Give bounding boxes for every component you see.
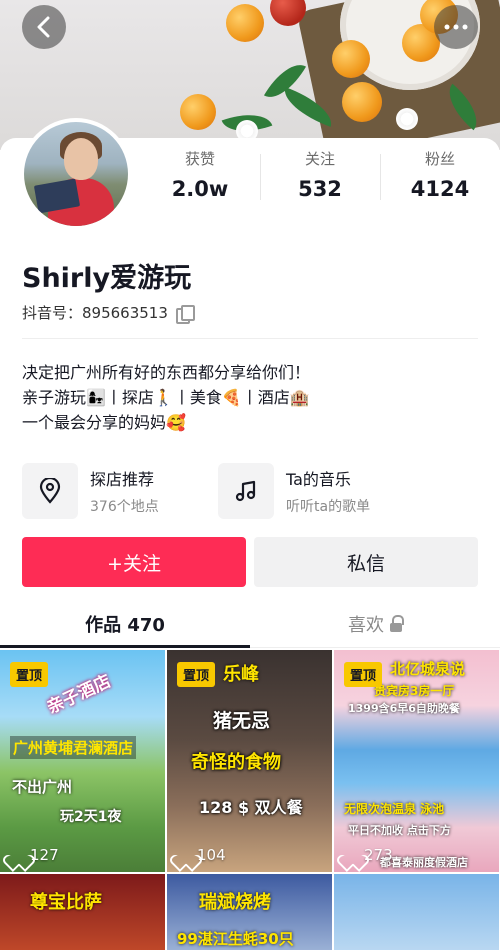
back-button[interactable]	[22, 5, 66, 49]
video-caption: 1399含6早6自助晚餐	[348, 702, 460, 715]
banner-flower	[396, 108, 418, 130]
stat-followers[interactable]: 粉丝 4124	[380, 148, 500, 208]
stat-value: 2.0w	[171, 177, 229, 201]
profile-stats: 获赞 2.0w 关注 532 粉丝 4124	[140, 148, 500, 208]
more-options-button[interactable]	[434, 5, 478, 49]
stat-value: 4124	[410, 177, 470, 201]
video-caption: 亲子酒店	[44, 671, 115, 719]
video-caption: 广州黄埔君澜酒店	[10, 736, 137, 759]
banner-apricot	[342, 82, 382, 122]
video-tile[interactable]: 北亿城泉说 贵宾房3房一厅 1399含6早6自助晚餐 无限次泡温泉 泳池 平日不…	[334, 650, 499, 872]
video-caption: 平日不加收 点击下方	[348, 824, 451, 837]
video-caption: 128 $ 双人餐	[199, 798, 303, 817]
video-tile[interactable]: 乐峰 猪无忌 奇怪的食物 128 $ 双人餐 置顶 104	[167, 650, 332, 872]
video-tile[interactable]	[334, 874, 499, 950]
pinned-badge: 置顶	[344, 662, 383, 687]
banner-apricot	[332, 40, 370, 78]
stat-label: 粉丝	[424, 150, 455, 168]
feature-subtitle: 376个地点	[90, 499, 159, 515]
banner-apricot	[226, 4, 264, 42]
profile-name: Shirly爱游玩	[22, 263, 192, 294]
more-dots-icon	[444, 24, 468, 30]
video-caption: 猪无忌	[213, 710, 271, 732]
tab-works-label: 作品 470	[85, 614, 165, 636]
video-caption: 不出广州	[12, 778, 73, 796]
video-caption: 贵宾房3房一厅	[374, 684, 455, 698]
video-grid: 亲子酒店 广州黄埔君澜酒店 不出广州 玩2天1夜 置顶 127 乐峰 猪无忌 奇…	[0, 650, 500, 950]
ta-music[interactable]: Ta的音乐 听听ta的歌单	[218, 462, 370, 520]
message-button[interactable]: 私信	[254, 537, 478, 587]
music-note-icon	[218, 463, 274, 519]
video-tile[interactable]: 尊宝比萨	[0, 874, 165, 950]
avatar-photo	[24, 122, 128, 226]
chevron-left-icon	[37, 16, 50, 38]
video-likes: 104	[177, 846, 226, 864]
lock-icon	[390, 614, 404, 632]
video-caption: 尊宝比萨	[30, 892, 102, 913]
bio-line: 一个最会分享的妈妈🥰	[22, 413, 186, 432]
feature-title: 探店推荐	[90, 470, 155, 489]
avatar[interactable]	[20, 118, 132, 230]
divider	[22, 338, 478, 339]
douyin-id-text: 抖音号：895663513	[22, 304, 168, 322]
video-caption: 都喜泰丽度假酒店	[380, 856, 468, 869]
pinned-badge: 置顶	[177, 662, 216, 687]
bio-line: 决定把广州所有好的东西都分享给你们！	[22, 363, 311, 382]
location-pin-icon	[22, 463, 78, 519]
video-tile[interactable]: 瑞斌烧烤 99湛江生蚝30只	[167, 874, 332, 950]
stat-label: 获赞	[184, 150, 215, 168]
store-visit-recommendations[interactable]: 探店推荐 376个地点	[22, 462, 159, 520]
follow-button[interactable]: +关注	[22, 537, 246, 587]
bio-line: 亲子游玩👩‍👧丨探店🚶丨美食🍕丨酒店🏨	[22, 388, 310, 407]
tab-likes-label: 喜欢	[348, 614, 384, 636]
douyin-id: 抖音号：895663513	[22, 302, 195, 324]
video-tile[interactable]: 亲子酒店 广州黄埔君澜酒店 不出广州 玩2天1夜 置顶 127	[0, 650, 165, 872]
tab-likes[interactable]: 喜欢	[250, 600, 500, 647]
banner-apricot	[180, 94, 216, 130]
pinned-badge: 置顶	[10, 662, 49, 687]
feature-title: Ta的音乐	[286, 470, 351, 489]
video-likes: 127	[10, 846, 59, 864]
video-caption: 乐峰	[223, 664, 259, 685]
video-caption: 北亿城泉说	[390, 660, 466, 678]
video-likes: 273	[344, 846, 393, 864]
stat-label: 关注	[304, 150, 335, 168]
content-tabs: 作品 470 喜欢	[0, 600, 500, 648]
tab-works[interactable]: 作品 470	[0, 600, 250, 648]
video-caption: 99湛江生蚝30只	[177, 930, 294, 948]
video-caption: 玩2天1夜	[60, 809, 122, 825]
video-caption: 无限次泡温泉 泳池	[344, 802, 445, 816]
video-caption: 瑞斌烧烤	[199, 892, 271, 913]
feature-subtitle: 听听ta的歌单	[286, 499, 371, 515]
heart-icon	[177, 848, 193, 862]
heart-icon	[344, 848, 360, 862]
video-caption: 奇怪的食物	[191, 752, 281, 773]
copy-icon[interactable]	[175, 304, 195, 324]
profile-bio: 决定把广州所有好的东西都分享给你们！ 亲子游玩👩‍👧丨探店🚶丨美食🍕丨酒店🏨 一…	[22, 360, 310, 435]
stat-following[interactable]: 关注 532	[260, 148, 380, 208]
stat-likes[interactable]: 获赞 2.0w	[140, 148, 260, 208]
stat-value: 532	[298, 177, 342, 201]
heart-icon	[10, 848, 26, 862]
